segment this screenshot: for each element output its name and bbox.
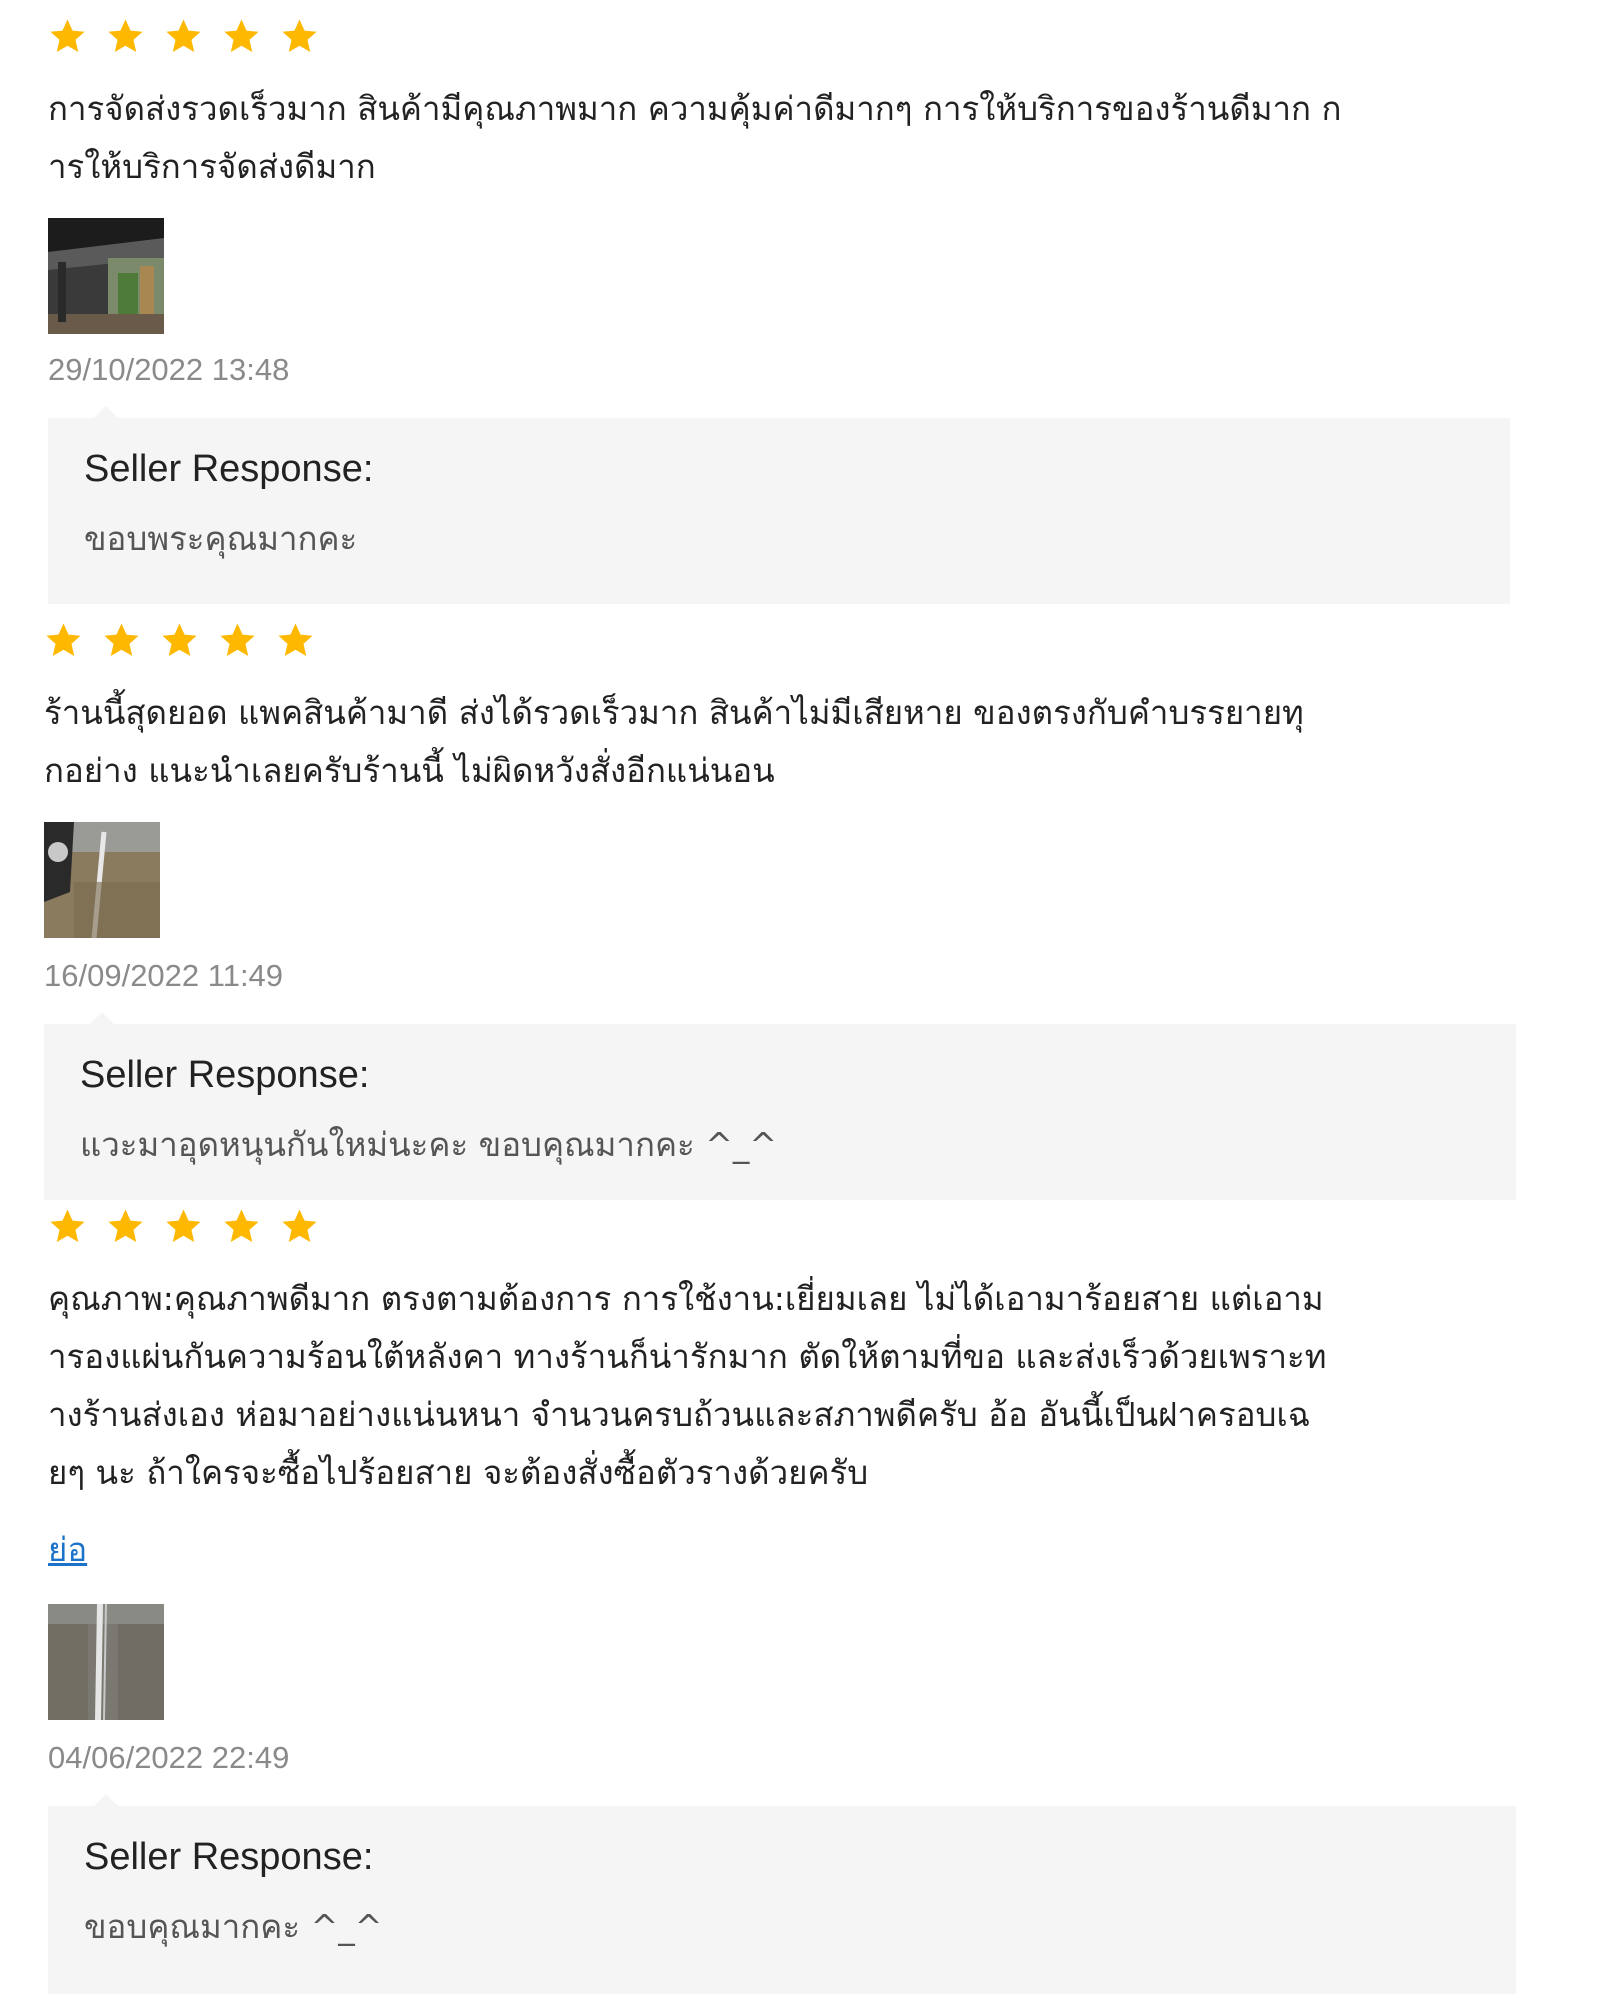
- review-timestamp: 04/06/2022 22:49: [48, 1740, 290, 1775]
- review-text: การจัดส่งรวดเร็วมาก สินค้ามีคุณภาพมาก คว…: [48, 89, 1342, 186]
- star-icon: [48, 17, 87, 56]
- review-photo[interactable]: [48, 218, 164, 334]
- review-photo[interactable]: [48, 1604, 164, 1720]
- seller-response-text: ขอบคุณมากคะ ^_^: [84, 1907, 383, 1946]
- star-icon: [106, 1207, 145, 1246]
- seller-response: Seller Response: ขอบคุณมากคะ ^_^: [48, 1794, 1516, 1994]
- star-icon: [276, 621, 315, 660]
- star-icon: [222, 17, 261, 56]
- review-photo-icon: [44, 822, 160, 938]
- review-timestamp: 29/10/2022 13:48: [48, 352, 290, 387]
- seller-response-text: แวะมาอุดหนุนกันใหม่นะคะ ขอบคุณมากคะ ^_^: [80, 1125, 778, 1164]
- review-photo-icon: [48, 1604, 164, 1720]
- star-rating: [48, 14, 319, 58]
- star-rating: [48, 1204, 319, 1248]
- star-icon: [164, 17, 203, 56]
- star-icon: [218, 621, 257, 660]
- star-rating: [44, 618, 315, 662]
- star-icon: [280, 17, 319, 56]
- seller-response-title: Seller Response:: [80, 1054, 370, 1096]
- review-text: คุณภาพ:คุณภาพดีมาก ตรงตามต้องการ การใช้ง…: [48, 1279, 1327, 1492]
- review-photo-icon: [48, 218, 164, 334]
- seller-response-text: ขอบพระคุณมากคะ: [84, 519, 358, 558]
- review-text: ร้านนี้สุดยอด แพคสินค้ามาดี ส่งได้รวดเร็…: [44, 693, 1304, 790]
- star-icon: [102, 621, 141, 660]
- seller-response-title: Seller Response:: [84, 1836, 374, 1878]
- collapse-review-link[interactable]: ย่อ: [48, 1528, 87, 1572]
- star-icon: [44, 621, 83, 660]
- star-icon: [280, 1207, 319, 1246]
- seller-response: Seller Response: แวะมาอุดหนุนกันใหม่นะคะ…: [44, 1012, 1516, 1200]
- seller-response-title: Seller Response:: [84, 448, 374, 490]
- star-icon: [164, 1207, 203, 1246]
- star-icon: [160, 621, 199, 660]
- review-timestamp: 16/09/2022 11:49: [44, 958, 284, 993]
- star-icon: [48, 1207, 87, 1246]
- star-icon: [222, 1207, 261, 1246]
- review-photo[interactable]: [44, 822, 160, 938]
- seller-response: Seller Response: ขอบพระคุณมากคะ: [48, 406, 1510, 604]
- star-icon: [106, 17, 145, 56]
